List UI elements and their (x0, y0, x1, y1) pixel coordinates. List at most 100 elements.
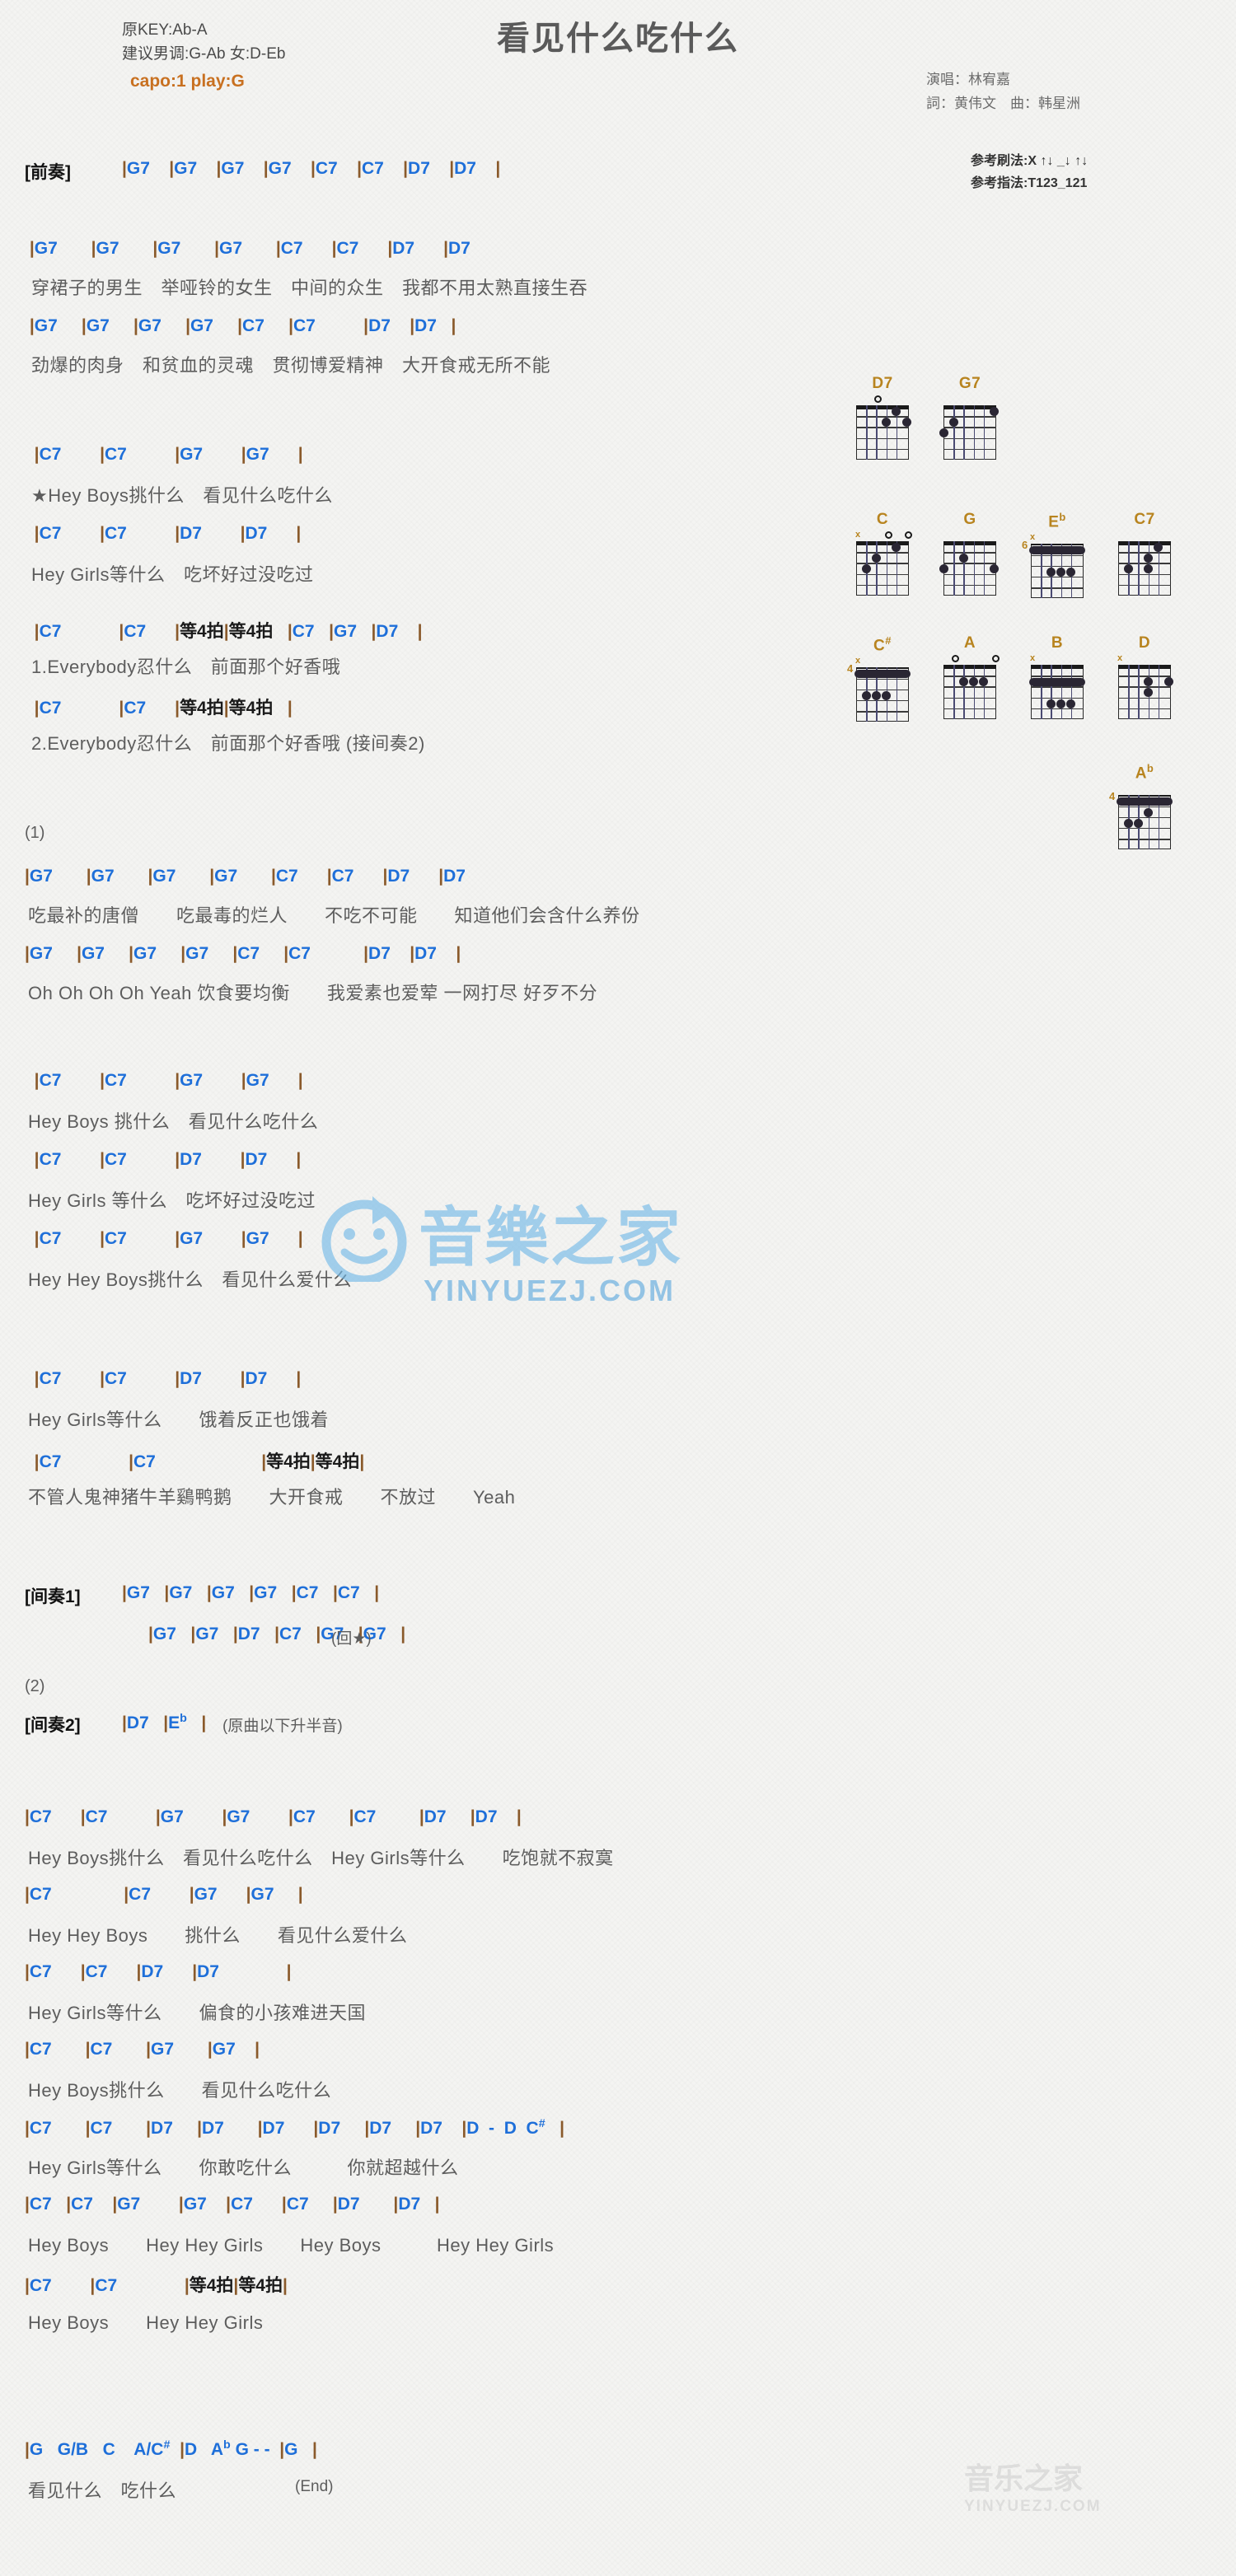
chord-line: |G7 |G7 |G7 |G7 |C7 |C7 |D7 |D7 (25, 867, 466, 886)
muted-string-icon: x (1030, 532, 1036, 543)
chord-line: |G7 |G7 |G7 |G7 |C7 |C7 |D7 |D7 (29, 239, 471, 258)
playing-reference-block: 参考刷法:X ↑↓ _↓ ↑↓ 参考指法:T123_121 (971, 150, 1088, 194)
chord-diagram-name: A (963, 634, 976, 652)
chord-line: |C7 |C7 |G7 |G7 | (25, 2040, 260, 2059)
chord-diagram-eb: Eb x 6 (1022, 511, 1088, 599)
fretboard-grid (1029, 665, 1085, 719)
chord-line-prelude: |G7 |G7 |G7 |G7 |C7 |C7 |D7 |D7 | (122, 159, 501, 178)
chord-line: |C7 |C7 |D7 |D7 | (34, 1369, 302, 1388)
chord-line: |C7 |C7 |等4拍|等4拍| (25, 2276, 288, 2295)
open-string-icon (952, 655, 960, 662)
finger-dot (958, 554, 968, 563)
chord-diagram-csharp: C# x 4 (847, 634, 913, 722)
chord-diagram-c7: C7 (1114, 511, 1175, 596)
end-note: (End) (295, 2478, 334, 2495)
finger-dot (1056, 567, 1066, 577)
finger-dot (871, 690, 881, 700)
string-markers (856, 395, 909, 405)
verse-index-2: (2) (25, 1677, 45, 1695)
chord-diagram-name: D7 (872, 375, 893, 392)
lyric-line: Hey Hey Boys挑什么 看见什么爱什么 (28, 1269, 352, 1290)
fretboard-grid (939, 405, 999, 460)
open-string-icon (905, 531, 912, 539)
transpose-note: (原曲以下升半音) (222, 1718, 343, 1735)
muted-string-icon: x (855, 656, 861, 666)
finger-dot (1046, 567, 1056, 577)
finger-dot (1066, 567, 1076, 577)
chord-line: |C7 |C7 |等4拍|等4拍 |C7 |G7 |D7 | (34, 622, 423, 641)
section-tag-prelude: [前奏] (25, 163, 71, 182)
barre-marker (854, 670, 911, 679)
finger-dot (901, 418, 911, 428)
fret-number: 6 (1022, 539, 1028, 551)
finger-dot (1066, 699, 1076, 708)
chord-line: |C7 |C7 |D7 |D7 | (34, 1150, 302, 1169)
lyric-line: Oh Oh Oh Oh Yeah 饮食要均衡 我爱素也爱荤 一网打尽 好歹不分 (28, 983, 598, 1003)
section-tag-interlude2: [间奏2] (25, 1716, 81, 1735)
finger-dot (1056, 699, 1066, 708)
string-markers (1118, 784, 1171, 795)
string-markers (943, 531, 996, 541)
chord-diagram-g: G (939, 511, 1000, 596)
barre-marker (1029, 546, 1085, 555)
watermark-text: 音樂之家 (419, 1201, 683, 1275)
chord-diagram-name: Ab (1135, 762, 1154, 783)
lyric-line: Hey Girls等什么 吃坏好过没吃过 (31, 564, 314, 585)
lyric-line: 穿裙子的男生 举哑铃的女生 中间的众生 我都不用太熟直接生吞 (31, 278, 588, 298)
chord-diagram-name: C7 (1134, 511, 1155, 528)
lyric-line: 2.Everybody忍什么 前面那个好香哦 (接间奏2) (31, 733, 425, 754)
chord-diagram-c: Cx (852, 511, 913, 596)
chord-line: |C7 |C7 |G7 |G7 |C7 |C7 |D7 |D7 | (25, 1807, 522, 1826)
lyric-line: 劲爆的肉身 和贫血的灵魂 贯彻博爱精神 大开食戒无所不能 (31, 355, 551, 376)
chord-line: |C7 |C7 |G7 |G7 | (34, 1229, 303, 1248)
chord-diagram-name: Eb (1048, 511, 1066, 531)
chord-diagram-name: B (1051, 634, 1064, 652)
fingerstyle-pattern: 参考指法:T123_121 (971, 176, 1088, 190)
capo-info: capo:1 play:G (130, 72, 245, 91)
finger-dot (861, 690, 871, 700)
fretboard-grid (1117, 795, 1173, 850)
finger-dot (1144, 807, 1154, 817)
finger-dot (989, 564, 999, 574)
strumming-pattern: 参考刷法:X ↑↓ _↓ ↑↓ (971, 154, 1089, 168)
fretboard-grid (1118, 541, 1171, 596)
chord-line: |G7 |G7 |G7 |G7 |C7 |C7 | (122, 1583, 380, 1602)
fret-number: 4 (1109, 790, 1116, 802)
lyric-line: Hey Boys挑什么 看见什么吃什么 (28, 2080, 332, 2101)
watermark-corner-text: 音乐之家 (964, 2461, 1084, 2495)
string-markers: x (1030, 654, 1084, 665)
chord-diagram-name: G7 (958, 375, 981, 392)
chord-diagram-name: G (963, 511, 976, 528)
repeat-note: (回★) (331, 1630, 372, 1648)
finger-dot (1133, 818, 1143, 828)
chord-diagram-a: A (939, 634, 1000, 719)
chord-diagram-ab: Ab 4 (1109, 762, 1175, 850)
lyric-line: Hey Boys挑什么 看见什么吃什么 Hey Girls等什么 吃饱就不寂寞 (28, 1848, 614, 1868)
lyric-line: 1.Everybody忍什么 前面那个好香哦 (31, 657, 341, 677)
open-string-icon (884, 531, 892, 539)
string-markers: x (855, 656, 909, 667)
chord-diagram-name: D (1138, 634, 1151, 652)
finger-dot (1163, 677, 1173, 687)
finger-dot (939, 564, 948, 574)
muted-string-icon: x (1117, 653, 1123, 663)
fret-number: 4 (847, 662, 854, 675)
lyric-line: Hey Boys Hey Hey Girls (28, 2312, 264, 2333)
watermark-corner-subtext: YINYUEZJ.COM (964, 2498, 1102, 2515)
chord-line: |G7 |G7 |G7 |G7 |C7 |C7 |D7 |D7 | (25, 944, 461, 963)
barre-marker (1029, 678, 1085, 687)
fretboard-grid (856, 405, 911, 460)
string-markers: x (1117, 653, 1171, 665)
chord-diagram-d: Dx (1114, 634, 1175, 719)
finger-dot (939, 428, 948, 438)
verse-index-1: (1) (25, 824, 45, 842)
chord-line: |C7 |C7 |G7 |G7 |C7 |C7 |D7 |D7 | (25, 2195, 440, 2214)
fretboard-grid (939, 541, 999, 596)
finger-dot (882, 690, 892, 700)
barre-marker (1117, 797, 1173, 806)
fretboard-grid (854, 667, 911, 722)
finger-dot (1123, 818, 1133, 828)
chord-diagram-name: C# (873, 634, 892, 655)
fretboard-grid (943, 665, 996, 719)
open-string-icon (992, 655, 1000, 662)
